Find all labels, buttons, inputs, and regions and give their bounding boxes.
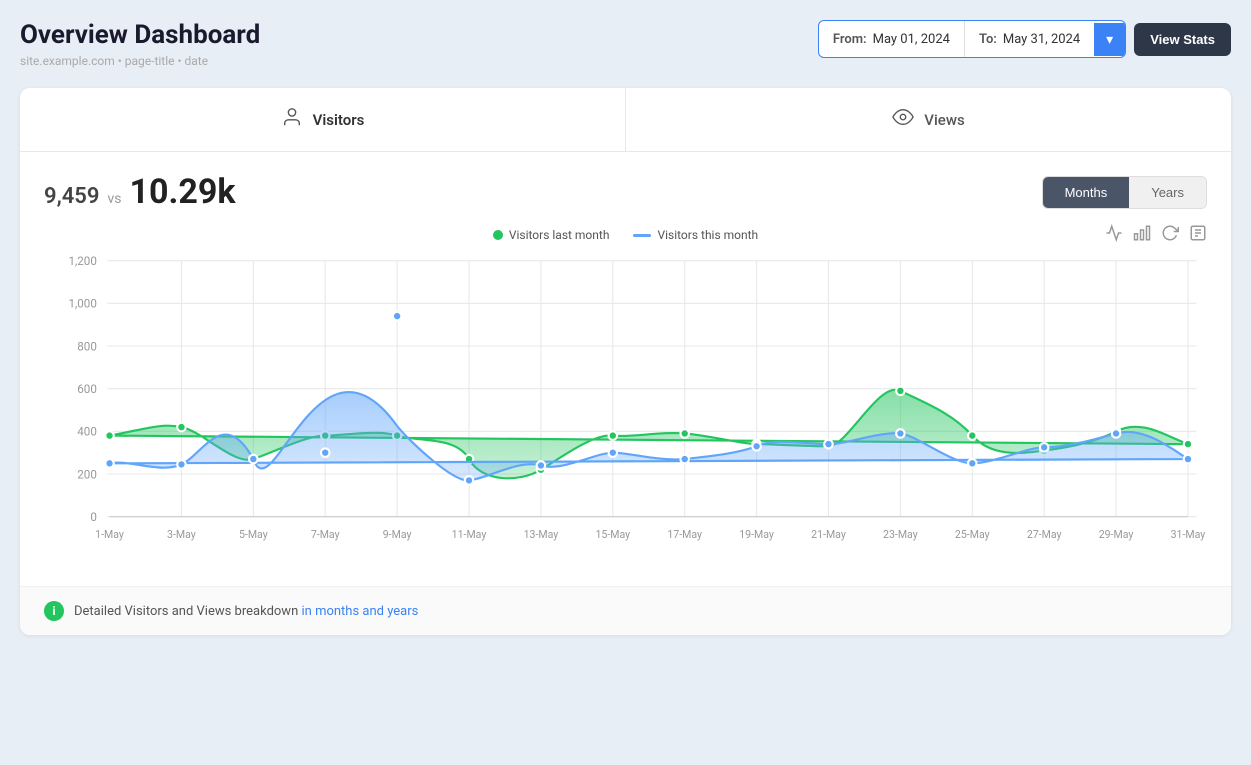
bar-chart-icon[interactable]: [1133, 224, 1151, 246]
svg-text:400: 400: [77, 425, 97, 439]
stat-current: 10.29k: [129, 172, 235, 212]
svg-text:1,200: 1,200: [68, 254, 96, 268]
info-text: Detailed Visitors and Views breakdown in…: [74, 604, 418, 619]
refresh-icon[interactable]: [1161, 224, 1179, 246]
svg-text:21-May: 21-May: [811, 528, 846, 541]
download-icon[interactable]: [1189, 224, 1207, 246]
legend-last-month-label: Visitors last month: [509, 228, 610, 242]
views-icon: [892, 106, 914, 133]
from-label: From:: [833, 32, 867, 47]
header-left: Overview Dashboard site.example.com • pa…: [20, 20, 260, 68]
dashboard-card: Visitors Views 9,459 vs 10.29k Months Ye…: [20, 88, 1231, 635]
svg-text:3-May: 3-May: [167, 528, 196, 541]
legend-last-month-dot: [493, 230, 503, 240]
legend-this-month-label: Visitors this month: [657, 228, 758, 242]
chart-area: 9,459 vs 10.29k Months Years Visitors la…: [20, 152, 1231, 586]
tab-views-label: Views: [924, 111, 964, 129]
svg-text:19-May: 19-May: [739, 528, 774, 541]
from-date-part: From: May 01, 2024: [819, 24, 964, 55]
to-label: To:: [979, 32, 997, 47]
svg-text:23-May: 23-May: [883, 528, 918, 541]
page-subtitle: site.example.com • page-title • date: [20, 54, 260, 68]
stat-vs: vs: [107, 191, 121, 207]
legend-this-month-dash: [633, 234, 651, 237]
months-toggle-button[interactable]: Months: [1043, 177, 1130, 208]
svg-text:9-May: 9-May: [383, 528, 412, 541]
toggle-group: Months Years: [1042, 176, 1207, 209]
svg-text:200: 200: [77, 467, 97, 481]
svg-text:27-May: 27-May: [1027, 528, 1062, 541]
svg-text:7-May: 7-May: [311, 528, 340, 541]
stat-previous: 9,459: [44, 184, 99, 209]
svg-text:0: 0: [90, 510, 97, 524]
view-stats-button[interactable]: View Stats: [1134, 23, 1231, 56]
date-dropdown-button[interactable]: ▾: [1094, 23, 1125, 56]
svg-text:15-May: 15-May: [595, 528, 630, 541]
legend-last-month: Visitors last month: [493, 228, 610, 242]
tab-row: Visitors Views: [20, 88, 1231, 152]
info-badge: i: [44, 601, 64, 621]
to-date-part: To: May 31, 2024: [965, 24, 1094, 55]
stats-row: 9,459 vs 10.29k Months Years: [44, 172, 1207, 212]
info-bar: i Detailed Visitors and Views breakdown …: [20, 586, 1231, 635]
svg-text:600: 600: [77, 382, 97, 396]
tab-views[interactable]: Views: [626, 88, 1231, 151]
legend-row: Visitors last month Visitors this month: [44, 228, 1207, 242]
info-link[interactable]: in months and years: [302, 604, 419, 619]
svg-text:1,000: 1,000: [68, 297, 96, 311]
chart-wrapper: Visitors last month Visitors this month: [44, 228, 1207, 570]
date-range-picker[interactable]: From: May 01, 2024 To: May 31, 2024 ▾: [818, 20, 1126, 58]
legend-this-month: Visitors this month: [633, 228, 758, 242]
stats-numbers: 9,459 vs 10.29k: [44, 172, 236, 212]
svg-text:29-May: 29-May: [1099, 528, 1134, 541]
to-date: May 31, 2024: [1003, 32, 1080, 47]
svg-text:31-May: 31-May: [1171, 528, 1206, 541]
svg-text:800: 800: [77, 339, 97, 353]
visitors-icon: [281, 106, 303, 133]
svg-text:13-May: 13-May: [524, 528, 559, 541]
page-title: Overview Dashboard: [20, 20, 260, 50]
svg-text:1-May: 1-May: [95, 528, 124, 541]
tab-visitors[interactable]: Visitors: [20, 88, 626, 151]
svg-text:5-May: 5-May: [239, 528, 268, 541]
tab-visitors-label: Visitors: [313, 111, 365, 129]
years-toggle-button[interactable]: Years: [1129, 177, 1206, 208]
svg-text:11-May: 11-May: [452, 528, 487, 541]
header-right: From: May 01, 2024 To: May 31, 2024 ▾ Vi…: [818, 20, 1231, 58]
chart-icon-row: [1105, 224, 1207, 246]
page-header: Overview Dashboard site.example.com • pa…: [20, 20, 1231, 68]
line-chart-icon[interactable]: [1105, 224, 1123, 246]
area-chart: 1,200 1,000 800 600 400 200 0: [44, 250, 1207, 570]
svg-text:17-May: 17-May: [667, 528, 702, 541]
from-date: May 01, 2024: [873, 32, 950, 47]
chart-container: 1,200 1,000 800 600 400 200 0: [44, 250, 1207, 570]
svg-text:25-May: 25-May: [955, 528, 990, 541]
info-text-main: Detailed Visitors and Views breakdown: [74, 604, 298, 619]
